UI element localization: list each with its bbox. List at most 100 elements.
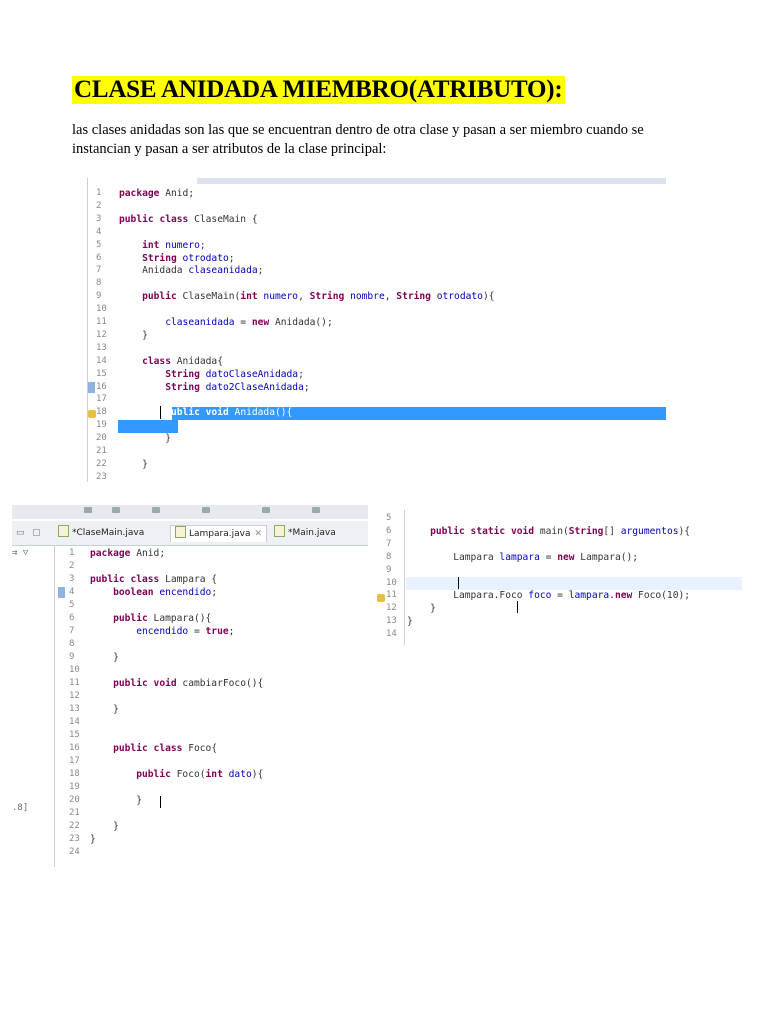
code-line[interactable]: Anidada claseanidada; bbox=[119, 265, 263, 276]
line-number: 6 bbox=[96, 252, 102, 263]
code-line[interactable]: int numero; bbox=[119, 240, 206, 251]
code-line[interactable]: String dato2ClaseAnidada; bbox=[119, 382, 309, 393]
code-line[interactable]: Lampara.Foco foco = lampara.new Foco(10)… bbox=[407, 590, 690, 601]
gutter-divider bbox=[54, 545, 55, 867]
code-line[interactable]: public Foco(int dato){ bbox=[90, 769, 263, 780]
line-number: 9 bbox=[386, 564, 392, 575]
tab-main[interactable]: *Main.java bbox=[274, 525, 336, 541]
code-line[interactable]: Lampara lampara = new Lampara(); bbox=[407, 552, 638, 563]
code-line[interactable]: public class ClaseMain { bbox=[119, 214, 258, 225]
change-marker bbox=[88, 382, 95, 393]
line-number: 5 bbox=[386, 513, 392, 523]
code-line[interactable]: String datoClaseAnidada; bbox=[119, 369, 304, 380]
selection-line-19 bbox=[118, 420, 178, 433]
intro-paragraph: las clases anidadas son las que se encue… bbox=[72, 122, 644, 157]
code-line[interactable]: } bbox=[90, 652, 119, 663]
toolbar-icon[interactable] bbox=[84, 507, 92, 513]
code-line[interactable]: public static void main(String[] argumen… bbox=[407, 526, 690, 537]
editor-top-bar bbox=[197, 178, 666, 184]
line-number: 2 bbox=[96, 200, 102, 211]
line-number: 10 bbox=[96, 304, 107, 315]
line-number: 14 bbox=[96, 355, 107, 366]
line-number: 7 bbox=[69, 626, 75, 636]
code-line[interactable]: } bbox=[119, 459, 148, 470]
code-screenshot-lampara: *ClaseMain.java Lampara.java ✕ *Main.java… bbox=[12, 505, 368, 867]
text-cursor-icon bbox=[517, 601, 518, 613]
line-number: 8 bbox=[386, 551, 392, 562]
current-line-highlight bbox=[406, 577, 742, 590]
line-number: 21 bbox=[96, 446, 107, 456]
toolbar-icon[interactable] bbox=[262, 507, 270, 513]
line-number: 17 bbox=[69, 756, 80, 766]
maximize-icon[interactable]: ▢ bbox=[32, 525, 41, 541]
close-icon[interactable]: ✕ bbox=[254, 529, 262, 539]
code-line[interactable]: } bbox=[407, 616, 413, 627]
line-number: 17 bbox=[96, 394, 107, 405]
code-line[interactable]: } bbox=[119, 433, 171, 444]
code-line[interactable]: } bbox=[119, 330, 148, 341]
line-number: 8 bbox=[96, 278, 102, 289]
line-number: 21 bbox=[69, 808, 80, 818]
line-number: 1 bbox=[69, 548, 75, 558]
code-line[interactable]: class Anidada{ bbox=[119, 356, 223, 367]
code-screenshot-clasemain: 1 package Anid; 2 3 public class ClaseMain {… bbox=[82, 178, 666, 482]
line-number: 7 bbox=[96, 265, 102, 276]
code-line[interactable]: public Lampara(){ bbox=[90, 613, 211, 624]
code-line[interactable]: public ClaseMain(int numero, String nomb… bbox=[119, 291, 494, 302]
warning-icon bbox=[88, 410, 96, 418]
code-line[interactable]: package Anid; bbox=[119, 188, 194, 199]
minimize-icon[interactable]: ▭ bbox=[16, 525, 25, 541]
toolbar-icon[interactable] bbox=[202, 507, 210, 513]
tab-label: *Main.java bbox=[288, 528, 336, 538]
text-cursor-icon bbox=[160, 796, 161, 808]
code-line[interactable]: } bbox=[90, 795, 142, 806]
line-number: 6 bbox=[386, 525, 392, 536]
code-line[interactable]: package Anid; bbox=[90, 548, 165, 559]
code-line[interactable]: } bbox=[90, 821, 119, 832]
line-number: 4 bbox=[69, 587, 75, 597]
line-number: 9 bbox=[96, 291, 102, 302]
line-number: 6 bbox=[69, 613, 75, 623]
line-number: 23 bbox=[96, 471, 107, 482]
line-number: 1 bbox=[96, 188, 102, 198]
code-line[interactable]: } bbox=[407, 603, 436, 614]
line-number: 24 bbox=[69, 847, 80, 857]
toolbar-icon[interactable] bbox=[312, 507, 320, 513]
editor-tabbar: *ClaseMain.java Lampara.java ✕ *Main.java… bbox=[12, 521, 368, 546]
gutter-divider bbox=[87, 178, 88, 482]
line-number: 5 bbox=[69, 600, 75, 610]
line-number: 11 bbox=[69, 678, 80, 688]
toolbar-icon[interactable] bbox=[152, 507, 160, 513]
code-line[interactable]: public class Lampara { bbox=[90, 574, 217, 585]
code-line[interactable]: } bbox=[90, 704, 119, 715]
code-line[interactable]: public void cambiarFoco(){ bbox=[90, 678, 263, 689]
code-line[interactable]: public class Foco{ bbox=[90, 743, 217, 754]
line-number: 20 bbox=[69, 795, 80, 805]
code-line[interactable]: encendido = true; bbox=[90, 626, 234, 637]
line-number: 12 bbox=[69, 691, 80, 701]
code-line[interactable]: public void Anidada(){ bbox=[119, 407, 292, 418]
line-number: 19 bbox=[96, 420, 107, 431]
line-number: 18 bbox=[96, 407, 107, 418]
toolbar-icon[interactable] bbox=[112, 507, 120, 513]
tab-clasemain[interactable]: *ClaseMain.java bbox=[58, 525, 144, 541]
line-number: 13 bbox=[96, 342, 107, 353]
line-number: 2 bbox=[69, 561, 75, 571]
code-line[interactable]: String otrodato; bbox=[119, 253, 234, 264]
line-number: 4 bbox=[96, 226, 102, 237]
code-line[interactable]: claseanidada = new Anidada(); bbox=[119, 317, 333, 328]
line-number: 5 bbox=[96, 239, 102, 250]
line-number: 20 bbox=[96, 433, 107, 444]
java-file-icon bbox=[175, 526, 186, 538]
java-file-icon bbox=[58, 525, 69, 537]
tab-label: Lampara.java bbox=[189, 529, 251, 539]
tab-label: *ClaseMain.java bbox=[72, 528, 145, 538]
tab-lampara[interactable]: Lampara.java ✕ bbox=[170, 525, 268, 542]
line-number: 11 bbox=[96, 317, 107, 327]
line-number: 12 bbox=[386, 603, 397, 614]
change-marker bbox=[58, 587, 65, 598]
warning-icon bbox=[377, 594, 385, 602]
code-line[interactable]: boolean encendido; bbox=[90, 587, 217, 598]
code-line[interactable]: } bbox=[90, 834, 96, 845]
line-number: 13 bbox=[386, 616, 397, 627]
